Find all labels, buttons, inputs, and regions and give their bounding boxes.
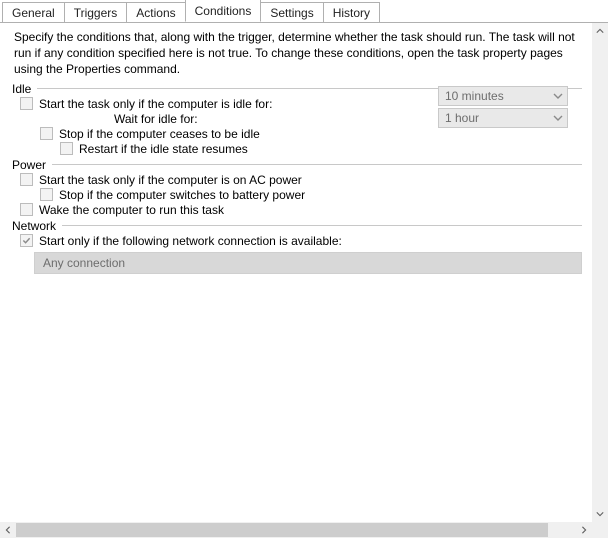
select-wait-duration[interactable]: 1 hour — [438, 108, 568, 128]
horizontal-scrollbar[interactable] — [0, 522, 592, 538]
content-area: Specify the conditions that, along with … — [0, 23, 592, 522]
chevron-right-icon — [580, 526, 588, 534]
select-network-connection[interactable]: Any connection — [34, 252, 582, 274]
checkbox-restart-idle[interactable] — [60, 142, 73, 155]
section-network-label: Network — [12, 219, 56, 233]
label-start-if-network: Start only if the following network conn… — [39, 234, 342, 248]
chevron-up-icon — [596, 27, 604, 35]
tab-general[interactable]: General — [2, 2, 65, 23]
label-restart-idle: Restart if the idle state resumes — [79, 142, 248, 156]
chevron-down-icon — [553, 91, 563, 101]
tab-actions[interactable]: Actions — [126, 2, 185, 23]
tab-bar: General Triggers Actions Conditions Sett… — [0, 0, 608, 22]
section-idle-label: Idle — [12, 82, 31, 96]
checkbox-ac-power[interactable] — [20, 173, 33, 186]
tab-triggers[interactable]: Triggers — [64, 2, 128, 23]
vertical-scrollbar[interactable] — [592, 23, 608, 522]
label-ac-power: Start the task only if the computer is o… — [39, 173, 302, 187]
checkbox-start-if-network[interactable] — [20, 234, 33, 247]
scroll-right-button[interactable] — [576, 522, 592, 538]
checkbox-start-if-idle[interactable] — [20, 97, 33, 110]
scroll-left-button[interactable] — [0, 522, 16, 538]
select-wait-duration-value: 1 hour — [445, 111, 479, 125]
divider — [52, 164, 582, 165]
tab-settings[interactable]: Settings — [260, 2, 323, 23]
select-idle-duration-value: 10 minutes — [445, 89, 504, 103]
select-network-connection-value: Any connection — [43, 256, 125, 270]
scroll-track-vertical[interactable] — [592, 39, 608, 506]
tab-conditions[interactable]: Conditions — [185, 0, 262, 22]
conditions-panel: Specify the conditions that, along with … — [0, 22, 608, 538]
scroll-up-button[interactable] — [592, 23, 608, 39]
intro-text: Specify the conditions that, along with … — [14, 29, 582, 78]
check-icon — [22, 236, 31, 245]
label-start-if-idle: Start the task only if the computer is i… — [39, 97, 272, 111]
chevron-down-icon — [596, 510, 604, 518]
chevron-down-icon — [553, 113, 563, 123]
label-stop-battery: Stop if the computer switches to battery… — [59, 188, 305, 202]
label-stop-if-ceases-idle: Stop if the computer ceases to be idle — [59, 127, 260, 141]
section-power-label: Power — [12, 158, 46, 172]
checkbox-wake[interactable] — [20, 203, 33, 216]
chevron-left-icon — [4, 526, 12, 534]
checkbox-stop-battery[interactable] — [40, 188, 53, 201]
section-network-header: Network — [12, 219, 582, 233]
scroll-down-button[interactable] — [592, 506, 608, 522]
scroll-track-horizontal[interactable] — [16, 522, 576, 538]
divider — [62, 225, 582, 226]
label-wait-for-idle: Wait for idle for: — [114, 112, 198, 126]
scrollbar-corner — [592, 522, 608, 538]
checkbox-stop-if-ceases-idle[interactable] — [40, 127, 53, 140]
tab-history[interactable]: History — [323, 2, 380, 23]
scroll-thumb-horizontal[interactable] — [16, 523, 548, 537]
section-power-header: Power — [12, 158, 582, 172]
label-wake: Wake the computer to run this task — [39, 203, 224, 217]
select-idle-duration[interactable]: 10 minutes — [438, 86, 568, 106]
